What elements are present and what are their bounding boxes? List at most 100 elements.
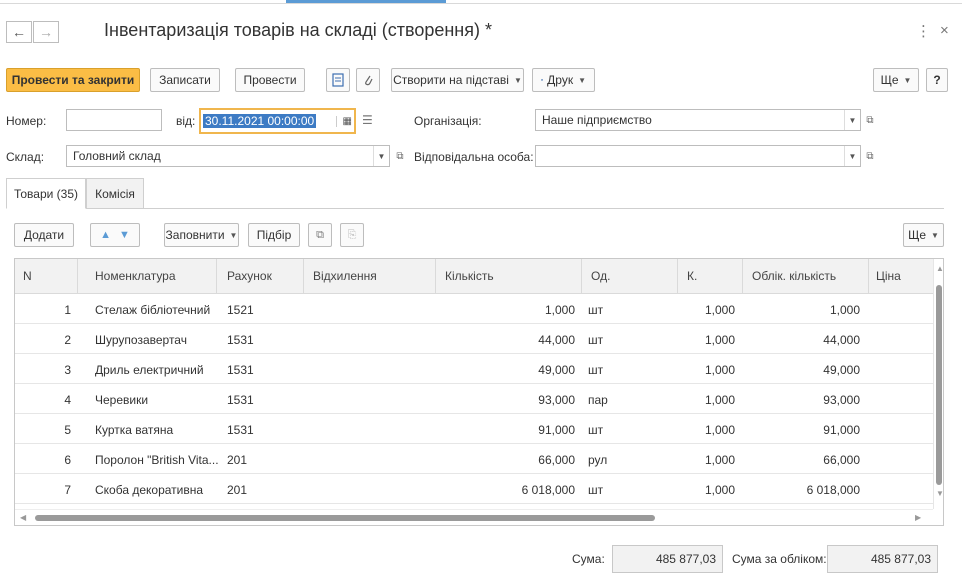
chevron-down-icon[interactable]: ▼: [373, 146, 389, 166]
chevron-down-icon[interactable]: ▼: [844, 110, 860, 130]
cell-quantity: 49,000: [538, 363, 575, 377]
column-header-deviation[interactable]: Відхилення: [313, 269, 377, 283]
create-based-on-label: Створити на підставі: [393, 73, 509, 87]
open-icon[interactable]: ⧉: [863, 149, 877, 163]
tabs-divider: [6, 208, 944, 209]
column-header-n[interactable]: N: [23, 269, 32, 283]
goods-table[interactable]: N Номенклатура Рахунок Відхилення Кількі…: [14, 258, 944, 526]
column-header-account[interactable]: Рахунок: [227, 269, 272, 283]
scroll-right-icon[interactable]: ▶: [915, 513, 921, 522]
print-button[interactable]: Друк ▼: [532, 68, 595, 92]
horizontal-scrollbar[interactable]: ◀ ▶: [15, 509, 933, 525]
move-buttons[interactable]: ▲ ▼: [90, 223, 140, 247]
cell-accounting-quantity: 6 018,000: [806, 483, 860, 497]
copy-icon[interactable]: ⧉: [308, 223, 332, 247]
vertical-scrollbar[interactable]: ▲ ▼: [933, 259, 943, 509]
sum-accounting-field: 485 877,03: [827, 545, 938, 573]
table-row[interactable]: 3 Дриль електричний 1531 49,000 шт 1,000 49,00…: [15, 354, 933, 384]
organization-field[interactable]: Наше підприємство ▼: [535, 109, 861, 131]
close-icon[interactable]: ×: [940, 22, 949, 39]
table-header: N Номенклатура Рахунок Відхилення Кількі…: [15, 259, 933, 294]
organization-label: Організація:: [414, 114, 482, 128]
cell-accounting-quantity: 49,000: [823, 363, 860, 377]
number-field[interactable]: [66, 109, 162, 131]
divider: [216, 259, 217, 294]
number-label: Номер:: [6, 114, 47, 128]
scroll-up-icon[interactable]: ▲: [936, 264, 943, 273]
cell-quantity: 93,000: [538, 393, 575, 407]
divider: [303, 259, 304, 294]
paperclip-icon: [365, 75, 373, 86]
attach-button[interactable]: [356, 68, 380, 92]
table-row[interactable]: 1 Стелаж бібліотечний 1521 1,000 шт 1,000 1,00…: [15, 294, 933, 324]
table-row[interactable]: 5 Куртка ватяна 1531 91,000 шт 1,000 91,000: [15, 414, 933, 444]
cell-coef: 1,000: [704, 363, 735, 377]
post-and-close-button[interactable]: Провести та закрити: [6, 68, 140, 92]
chevron-down-icon[interactable]: ▼: [844, 146, 860, 166]
divider: [0, 3, 962, 4]
back-button[interactable]: ←: [6, 21, 32, 43]
table-row[interactable]: 2 Шурупозавертач 1531 44,000 шт 1,000 44,000: [15, 324, 933, 354]
save-button[interactable]: Записати: [150, 68, 220, 92]
grid-more-label: Ще: [908, 228, 927, 242]
create-based-on-button[interactable]: Створити на підставі ▼: [391, 68, 524, 92]
table-row[interactable]: 7 Скоба декоративна 201 6 018,000 шт 1,000 6 0…: [15, 474, 933, 504]
column-header-unit[interactable]: Од.: [591, 269, 610, 283]
cell-unit: шт: [588, 303, 604, 317]
cell-n: 2: [64, 333, 71, 347]
date-field[interactable]: 30.11.2021 00:00:00 ▦: [199, 108, 356, 134]
paste-icon[interactable]: ⎘: [340, 223, 364, 247]
warehouse-field[interactable]: Головний склад ▼: [66, 145, 390, 167]
cell-quantity: 6 018,000: [521, 483, 575, 497]
divider: [581, 259, 582, 294]
arrow-down-icon[interactable]: ▼: [119, 229, 130, 241]
select-button[interactable]: Підбір: [248, 223, 300, 247]
chevron-down-icon: ▼: [903, 75, 912, 85]
tab-goods[interactable]: Товари (35): [6, 178, 86, 209]
cell-account: 1521: [227, 303, 254, 317]
table-row[interactable]: 6 Поролон "British Vita... 201 66,000 рул 1,0…: [15, 444, 933, 474]
scroll-down-icon[interactable]: ▼: [936, 489, 943, 498]
cell-accounting-quantity: 93,000: [823, 393, 860, 407]
column-header-coef[interactable]: К.: [687, 269, 697, 283]
column-header-accounting-quantity[interactable]: Облік. кількість: [752, 269, 836, 283]
forward-button[interactable]: →: [33, 21, 59, 43]
column-header-quantity[interactable]: Кількість: [445, 269, 494, 283]
warehouse-value: Головний склад: [73, 149, 161, 163]
sum-label: Сума:: [572, 552, 605, 566]
structure-icon-button[interactable]: [326, 68, 350, 92]
table-row[interactable]: 4 Черевики 1531 93,000 пар 1,000 93,000: [15, 384, 933, 414]
more-button[interactable]: Ще ▼: [873, 68, 919, 92]
cell-accounting-quantity: 44,000: [823, 333, 860, 347]
cell-item: Черевики: [95, 393, 149, 407]
add-button[interactable]: Додати: [14, 223, 74, 247]
scroll-left-icon[interactable]: ◀: [20, 513, 26, 522]
arrow-left-icon: ←: [12, 24, 26, 40]
cell-accounting-quantity: 1,000: [829, 303, 860, 317]
responsible-field[interactable]: ▼: [535, 145, 861, 167]
post-button[interactable]: Провести: [235, 68, 305, 92]
more-menu-icon[interactable]: ⋮: [916, 22, 931, 40]
list-icon[interactable]: ☰: [362, 113, 373, 127]
open-icon[interactable]: ⧉: [393, 149, 407, 163]
cell-quantity: 44,000: [538, 333, 575, 347]
arrow-up-icon[interactable]: ▲: [100, 229, 111, 241]
divider: [677, 259, 678, 294]
fill-label: Заповнити: [165, 228, 225, 242]
tab-commission[interactable]: Комісія: [86, 178, 144, 209]
column-header-item[interactable]: Номенклатура: [95, 269, 176, 283]
column-header-price[interactable]: Ціна: [876, 269, 901, 283]
responsible-label: Відповідальна особа:: [414, 150, 534, 164]
help-button[interactable]: ?: [926, 68, 948, 92]
print-label: Друк: [547, 73, 574, 87]
cell-unit: пар: [588, 393, 608, 407]
arrow-right-icon: →: [39, 24, 53, 40]
grid-more-button[interactable]: Ще ▼: [903, 223, 944, 247]
vertical-scroll-thumb[interactable]: [936, 285, 942, 485]
open-icon[interactable]: ⧉: [863, 113, 877, 127]
calendar-icon[interactable]: ▦: [335, 115, 352, 127]
cell-coef: 1,000: [704, 453, 735, 467]
cell-item: Шурупозавертач: [95, 333, 187, 347]
horizontal-scroll-thumb[interactable]: [35, 515, 655, 521]
fill-button[interactable]: Заповнити ▼: [164, 223, 239, 247]
